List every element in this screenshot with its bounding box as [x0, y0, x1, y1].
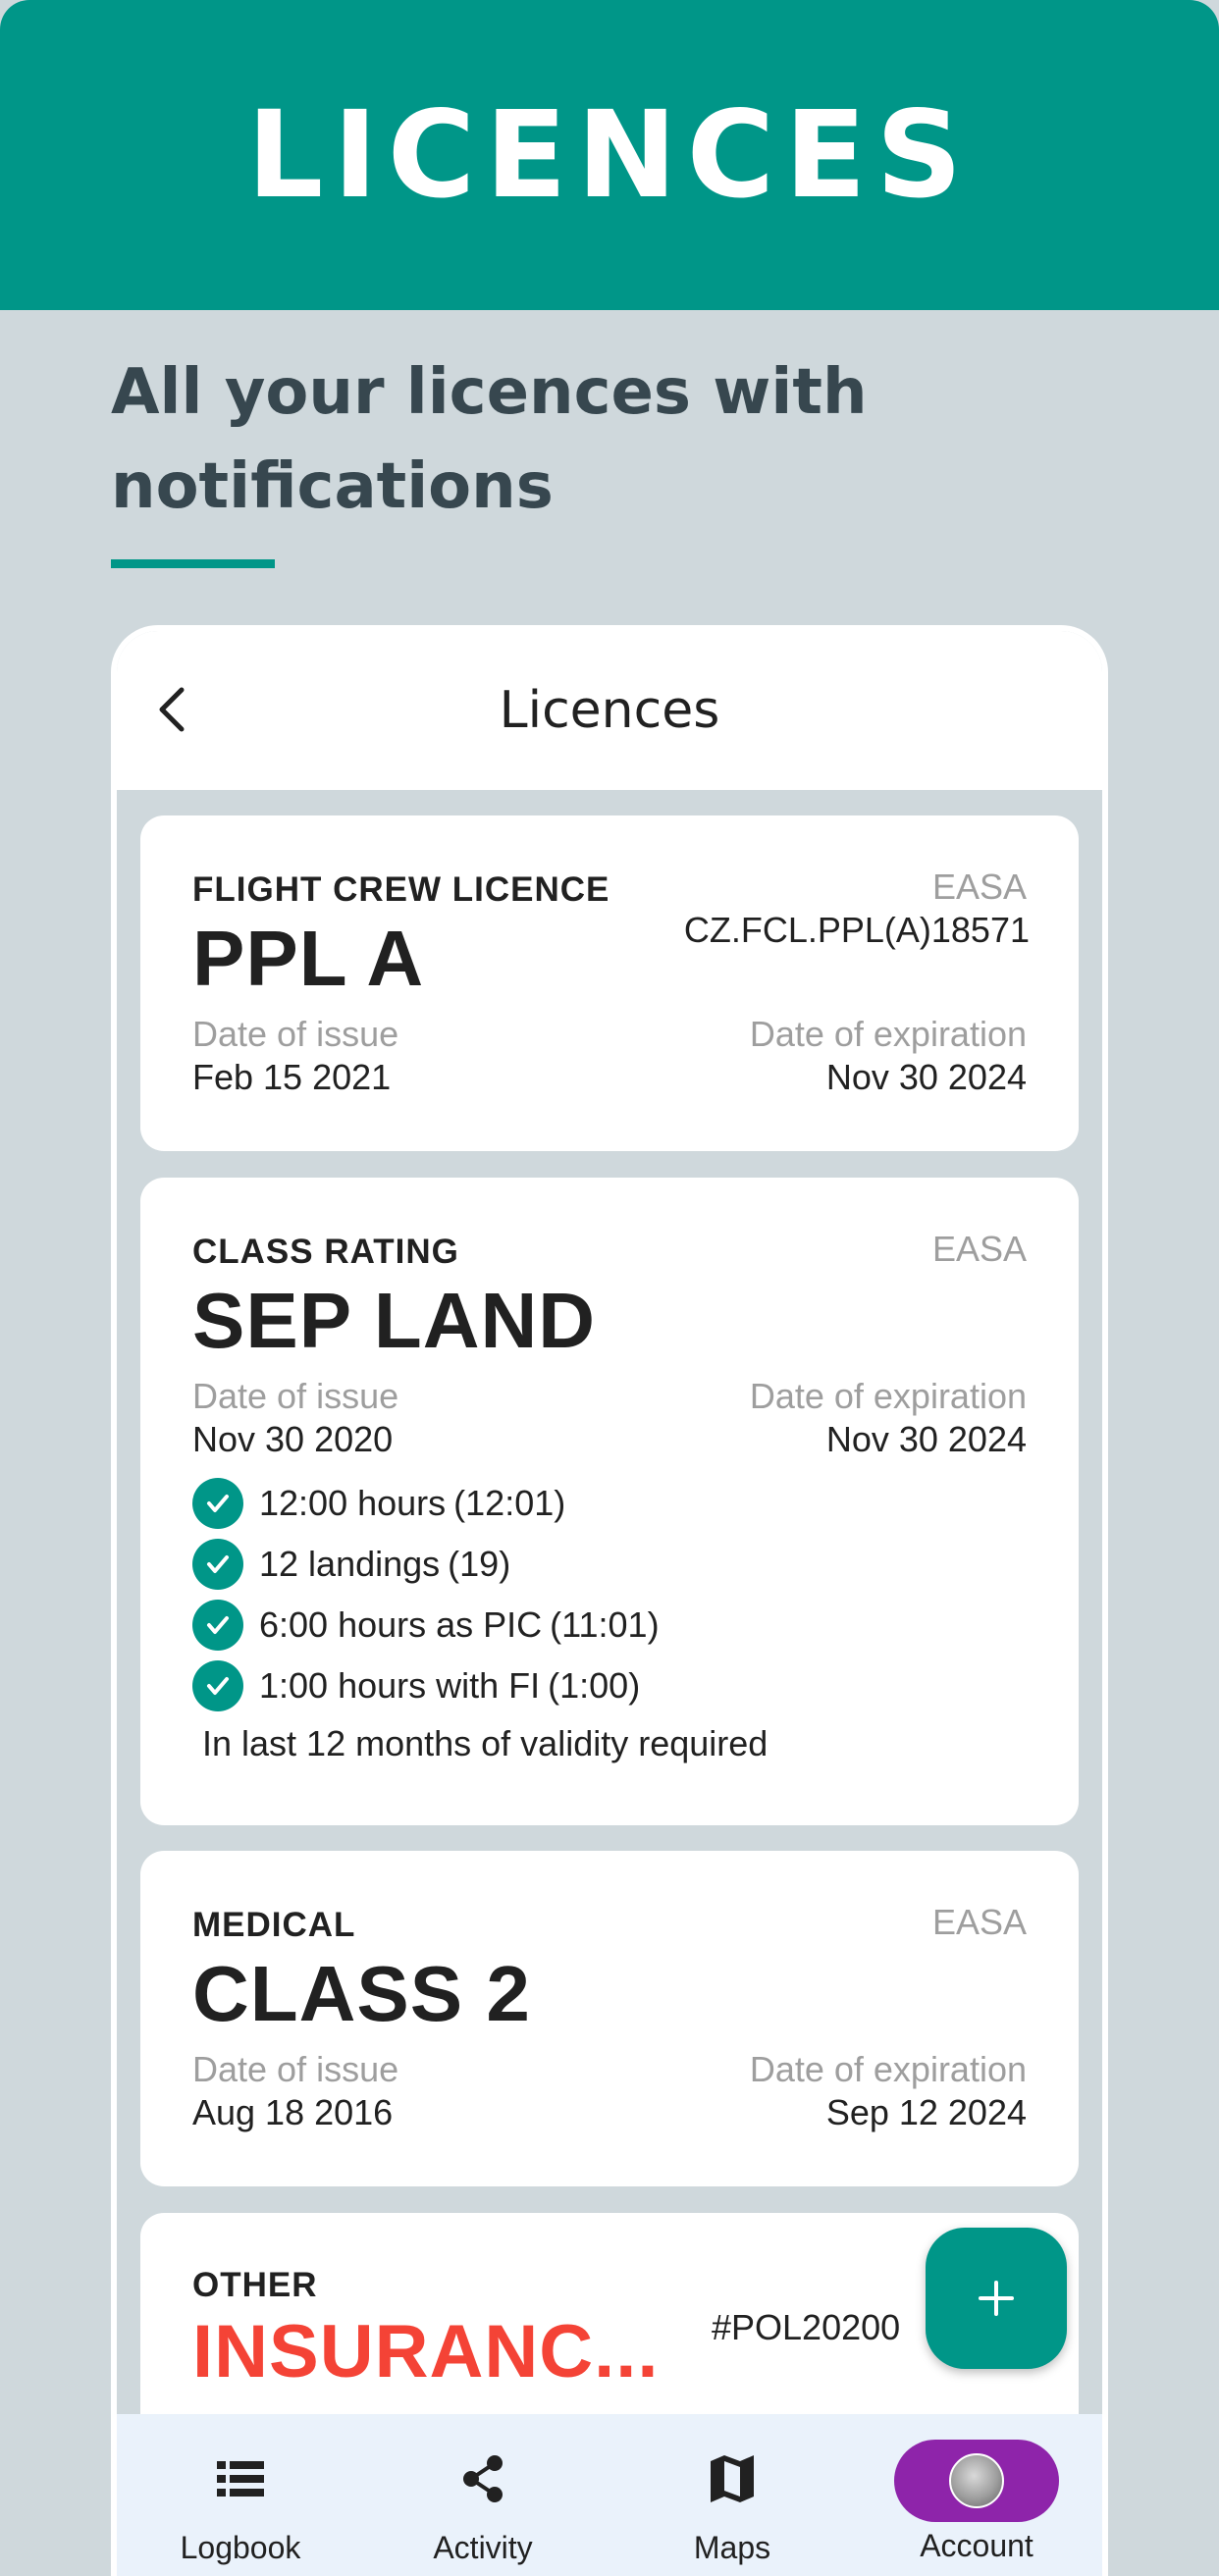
requirement-text: 12 landings — [259, 1544, 441, 1584]
map-icon — [703, 2449, 762, 2508]
nav-item-maps[interactable]: Maps — [634, 2414, 830, 2576]
expiry-label: Date of expiration — [749, 2049, 1027, 2089]
requirement-item: 6:00 hours as PIC (11:01) — [192, 1598, 660, 1653]
issue-date: Nov 30 2020 — [192, 1419, 394, 1459]
expiry-date: Sep 12 2024 — [825, 2092, 1027, 2132]
requirements-note: In last 12 months of validity required — [202, 1723, 768, 1763]
licence-category: OTHER — [192, 2266, 318, 2304]
licence-category: FLIGHT CREW LICENCE — [192, 870, 610, 909]
screen-title: Licences — [499, 681, 720, 740]
licence-authority: EASA — [931, 867, 1027, 907]
requirement-item: 12 landings (19) — [192, 1537, 510, 1592]
expiry-label: Date of expiration — [749, 1376, 1027, 1416]
add-licence-button[interactable] — [926, 2228, 1067, 2369]
licence-card-sep-land[interactable]: CLASS RATING EASA SEP LAND Date of issue… — [140, 1178, 1079, 1825]
licence-name: SEP LAND — [192, 1277, 597, 1364]
licence-card-ppl[interactable]: FLIGHT CREW LICENCE EASA CZ.FCL.PPL(A)18… — [140, 815, 1079, 1151]
issue-date: Aug 18 2016 — [192, 2092, 394, 2132]
issue-date: Feb 15 2021 — [192, 1057, 392, 1097]
issue-label: Date of issue — [192, 1014, 399, 1054]
issue-label: Date of issue — [192, 2049, 399, 2089]
licence-card-medical[interactable]: MEDICAL EASA CLASS 2 Date of issue Date … — [140, 1851, 1079, 2186]
share-icon — [453, 2449, 512, 2508]
requirement-actual: (12:01) — [453, 1483, 566, 1523]
check-circle-icon — [192, 1478, 243, 1529]
expiry-date: Nov 30 2024 — [825, 1419, 1027, 1459]
licence-category: CLASS RATING — [192, 1233, 459, 1271]
requirement-actual: (1:00) — [548, 1665, 641, 1706]
requirement-text: 6:00 hours as PIC — [259, 1604, 543, 1645]
nav-item-activity[interactable]: Activity — [385, 2414, 581, 2576]
hero-banner: LICENCES — [0, 0, 1219, 310]
nav-item-logbook[interactable]: Logbook — [142, 2414, 339, 2576]
nav-item-account[interactable]: Account — [878, 2414, 1075, 2576]
licence-name: CLASS 2 — [192, 1950, 531, 2037]
licence-authority: EASA — [931, 1902, 1027, 1942]
licence-category: MEDICAL — [192, 1906, 356, 1944]
app-header: Licences — [117, 631, 1102, 790]
phone-screen: Licences FLIGHT CREW LICENCE EASA CZ.FCL… — [111, 625, 1108, 2576]
check-circle-icon — [192, 1539, 243, 1590]
licence-number: CZ.FCL.PPL(A)18571 — [683, 910, 1030, 950]
issue-label: Date of issue — [192, 1376, 399, 1416]
requirement-item: 1:00 hours with FI (1:00) — [192, 1658, 640, 1713]
requirement-text: 1:00 hours with FI — [259, 1665, 541, 1706]
subtitle: All your licences with notifications — [111, 356, 868, 523]
bottom-navigation: Logbook Activity Maps Account — [117, 2414, 1102, 2576]
requirement-actual: (19) — [448, 1544, 511, 1584]
avatar — [949, 2453, 1004, 2508]
licence-authority: EASA — [931, 1229, 1027, 1269]
subtitle-underline — [111, 559, 275, 568]
check-circle-icon — [192, 1660, 243, 1711]
requirement-text: 12:00 hours — [259, 1483, 447, 1523]
licence-number: #POL20200 — [712, 2307, 901, 2347]
chevron-left-icon[interactable] — [144, 680, 203, 739]
nav-label: Maps — [693, 2530, 771, 2565]
requirement-actual: (11:01) — [550, 1604, 660, 1645]
expiry-date: Nov 30 2024 — [825, 1057, 1027, 1097]
hero-title: LICENCES — [246, 85, 973, 225]
requirement-item: 12:00 hours (12:01) — [192, 1476, 565, 1531]
list-icon — [211, 2449, 270, 2508]
plus-icon — [979, 2281, 1014, 2316]
licence-name: PPL A — [192, 915, 425, 1002]
nav-label: Logbook — [180, 2530, 301, 2565]
nav-active-indicator — [894, 2440, 1059, 2522]
nav-label: Activity — [433, 2530, 533, 2565]
expiry-label: Date of expiration — [749, 1014, 1027, 1054]
check-circle-icon — [192, 1600, 243, 1651]
licence-name: INSURANC... — [192, 2310, 660, 2393]
nav-label: Account — [920, 2528, 1034, 2563]
